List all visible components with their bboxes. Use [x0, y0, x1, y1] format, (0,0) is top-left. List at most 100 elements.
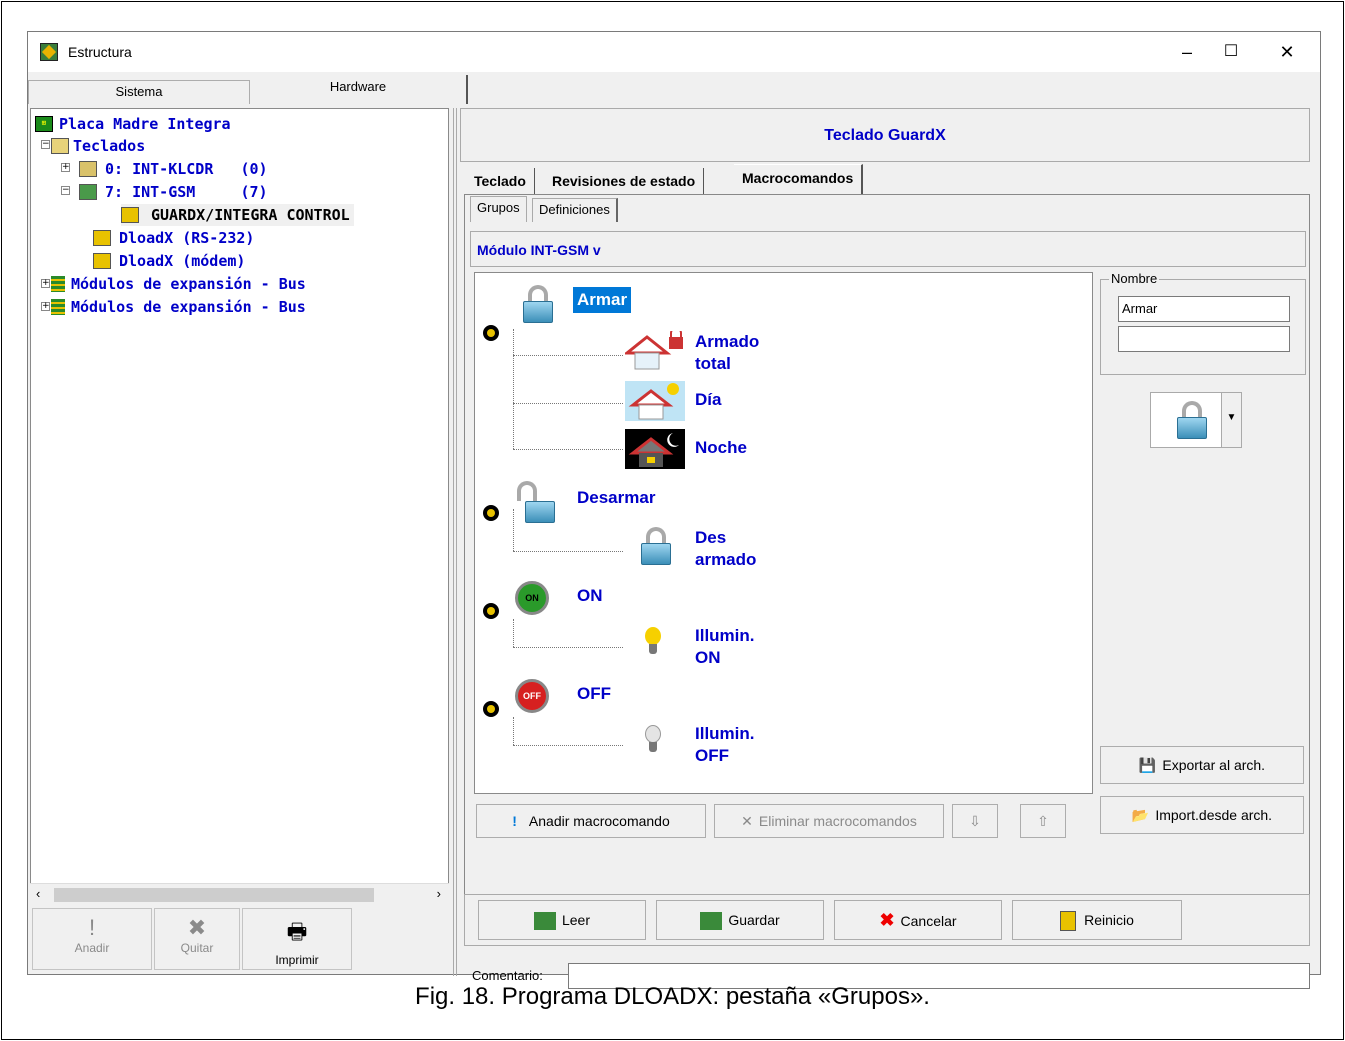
tab-macrocomandos[interactable]: Macrocomandos: [734, 164, 864, 194]
item-label-desarmado[interactable]: Des armado: [695, 527, 756, 571]
print-button[interactable]: 🖶 Imprimir: [242, 908, 352, 970]
tree-node-guardx[interactable]: GUARDX/INTEGRA CONTROL: [121, 204, 354, 226]
item-label-noche[interactable]: Noche: [695, 437, 747, 459]
horizontal-scrollbar[interactable]: ‹ ›: [30, 883, 449, 905]
pane-splitter[interactable]: [453, 108, 457, 976]
off-button-icon: OFF: [515, 679, 549, 713]
maximize-button[interactable]: ☐: [1208, 38, 1254, 66]
x-icon: ✖: [879, 910, 895, 930]
group-label-armar[interactable]: Armar: [573, 287, 632, 313]
remove-button[interactable]: ✖ Quitar: [154, 908, 240, 970]
reset-icon: [1060, 911, 1077, 932]
name-input-2[interactable]: [1118, 326, 1290, 352]
name-input[interactable]: Armar: [1118, 296, 1290, 322]
scroll-right-icon[interactable]: ›: [437, 886, 441, 901]
lock-closed-icon: [1177, 401, 1207, 439]
group-label-on[interactable]: ON: [577, 585, 603, 607]
item-label-armado-total[interactable]: Armado total: [695, 331, 759, 375]
tab-hardware[interactable]: Hardware: [250, 75, 468, 104]
bulb-on-icon: [645, 627, 661, 655]
tab-definiciones[interactable]: Definiciones: [532, 198, 618, 222]
tree-node-placa-madre[interactable]: ⊞ Placa Madre Integra: [35, 113, 231, 135]
read-button[interactable]: Leer: [478, 900, 646, 940]
hardware-tree: ⊞ Placa Madre Integra − Teclados + 0: IN…: [30, 108, 449, 896]
tab-grupos[interactable]: Grupos: [470, 196, 527, 222]
tree-connector: [513, 355, 623, 356]
tree-node-bus1[interactable]: Módulos de expansión - Bus: [51, 273, 306, 295]
item-label-dia[interactable]: Día: [695, 389, 721, 411]
lock-closed-icon: [641, 527, 671, 565]
add-macro-button[interactable]: ! Anadir macrocomando: [476, 804, 706, 838]
tree-connector: [513, 551, 623, 552]
tree-node-teclados[interactable]: Teclados: [51, 135, 145, 157]
expand-icon[interactable]: +: [41, 279, 50, 288]
lock-open-icon: [517, 481, 555, 523]
export-button[interactable]: 💾 Exportar al arch.: [1100, 746, 1304, 784]
reset-button[interactable]: Reinicio: [1012, 900, 1182, 940]
x-icon: ✕: [741, 813, 753, 829]
title-bar: Estructura – ☐ ✕: [28, 32, 1320, 72]
collapse-icon[interactable]: −: [61, 186, 70, 195]
save-button[interactable]: Guardar: [656, 900, 824, 940]
scroll-left-icon[interactable]: ‹: [36, 886, 40, 901]
tree-node-bus2[interactable]: Módulos de expansión - Bus: [51, 296, 306, 318]
close-button[interactable]: ✕: [1264, 38, 1310, 66]
import-button[interactable]: 📂 Import.desde arch.: [1100, 796, 1304, 834]
tree-node-dloadx-rs232[interactable]: DloadX (RS-232): [93, 227, 254, 249]
tree-node-kp7[interactable]: 7: INT-GSM (7): [79, 181, 268, 203]
name-label: Nombre: [1109, 271, 1160, 286]
group-bullet-icon: [483, 505, 499, 521]
groups-list: Armar Armado total Día Noche Desarmar De…: [474, 272, 1093, 794]
chevron-down-icon[interactable]: ▼: [1221, 393, 1241, 447]
house-armed-icon: [622, 327, 685, 371]
gsm-module-icon: [79, 184, 97, 200]
left-tabs: Sistema Hardware: [28, 72, 468, 104]
expansion-bus-icon: [51, 299, 65, 315]
tree-connector: [513, 329, 514, 449]
tab-revisiones[interactable]: Revisiones de estado: [544, 168, 705, 194]
tree-connector: [513, 647, 623, 648]
bulb-off-icon: [645, 725, 661, 753]
item-label-illumin-on[interactable]: Illumin. ON: [695, 625, 755, 669]
delete-macros-button[interactable]: ✕ Eliminar macrocomandos: [714, 804, 944, 838]
move-up-button[interactable]: ⇧: [1020, 804, 1066, 838]
group-bullet-icon: [483, 325, 499, 341]
module-selector[interactable]: Módulo INT-GSM v: [470, 231, 1306, 267]
add-button[interactable]: ! Anadir: [32, 908, 152, 970]
lock-closed-icon: [523, 285, 553, 323]
app-icon: [40, 43, 58, 61]
dloadx-icon: [93, 253, 111, 269]
expand-icon[interactable]: +: [41, 302, 50, 311]
cancel-button[interactable]: ✖ Cancelar: [834, 900, 1002, 940]
collapse-icon[interactable]: −: [41, 140, 50, 149]
item-label-illumin-off[interactable]: Illumin. OFF: [695, 723, 755, 767]
tab-sistema[interactable]: Sistema: [28, 80, 250, 104]
group-label-desarmar[interactable]: Desarmar: [577, 487, 655, 509]
keypad-icon: [79, 161, 97, 177]
on-button-icon: ON: [515, 581, 549, 615]
figure-caption: Fig. 18. Programa DLOADX: pestaña «Grupo…: [415, 983, 930, 1010]
house-night-icon: [625, 429, 685, 469]
tree-node-dloadx-modem[interactable]: DloadX (módem): [93, 250, 245, 272]
icon-dropdown[interactable]: ▼: [1150, 392, 1242, 448]
minimize-button[interactable]: –: [1164, 38, 1210, 66]
group-bullet-icon: [483, 701, 499, 717]
tree-connector: [513, 509, 514, 551]
dloadx-icon: [93, 230, 111, 246]
expand-icon[interactable]: +: [61, 163, 70, 172]
panel-header: Teclado GuardX: [460, 108, 1310, 162]
tree-connector: [513, 745, 623, 746]
tree-node-kp0[interactable]: 0: INT-KLCDR (0): [79, 158, 268, 180]
tree-connector: [513, 403, 623, 404]
scroll-thumb[interactable]: [54, 888, 374, 902]
tab-teclado[interactable]: Teclado: [466, 168, 535, 194]
group-label-off[interactable]: OFF: [577, 683, 611, 705]
tree-connector: [513, 619, 514, 647]
tree-connector: [513, 717, 514, 745]
mainboard-icon: ⊞: [35, 116, 53, 132]
move-down-button[interactable]: ⇩: [952, 804, 998, 838]
app-window: Estructura – ☐ ✕ Sistema Hardware ⊞ Plac…: [27, 31, 1321, 989]
printer-icon: 🖶: [286, 919, 308, 944]
exclamation-icon: !: [512, 813, 517, 829]
x-icon: ✖: [187, 915, 207, 940]
